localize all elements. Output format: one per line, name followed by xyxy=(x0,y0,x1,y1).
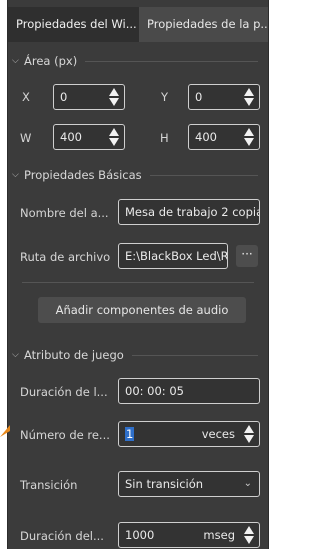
properties-panel: Propiedades del Wi... Propiedades de la … xyxy=(7,0,269,549)
chevron-down-icon: ⌵ xyxy=(12,350,19,360)
transition-duration-stepper[interactable] xyxy=(244,526,255,544)
transition-label: Transición xyxy=(20,478,78,492)
spin-up-icon[interactable] xyxy=(109,88,119,96)
transition-value: Sin transición xyxy=(125,477,204,491)
area-section-header[interactable]: ⌵ Área (px) xyxy=(12,53,258,69)
spin-down-icon[interactable] xyxy=(244,435,254,443)
x-value: 0 xyxy=(60,90,68,104)
w-input[interactable]: 400 xyxy=(53,124,125,150)
x-input[interactable]: 0 xyxy=(53,84,125,110)
section-divider xyxy=(85,60,258,62)
name-input[interactable]: Mesa de trabajo 2 copia.p xyxy=(118,199,260,225)
area-section-title: Área (px) xyxy=(24,54,78,68)
repeat-unit: veces xyxy=(201,427,235,441)
section-divider xyxy=(131,354,258,356)
h-label: H xyxy=(160,131,169,145)
section-divider xyxy=(149,174,258,176)
x-stepper[interactable] xyxy=(109,88,120,106)
spin-up-icon[interactable] xyxy=(244,128,254,136)
spin-down-icon[interactable] xyxy=(109,98,119,106)
spin-up-icon[interactable] xyxy=(244,425,254,433)
repeat-label: Número de re... xyxy=(20,428,110,442)
more-icon: ··· xyxy=(241,247,253,261)
transition-duration-label: Duración del... xyxy=(20,529,104,543)
game-section-title: Atributo de juego xyxy=(24,348,124,362)
path-label: Ruta de archivo xyxy=(20,250,111,264)
path-value: E:\BlackBox Led\RI xyxy=(125,249,228,263)
transition-duration-unit: mseg xyxy=(203,528,235,542)
basic-section-header[interactable]: ⌵ Propiedades Básicas xyxy=(12,167,258,183)
spin-down-icon[interactable] xyxy=(244,536,254,544)
repeat-input[interactable]: 1 veces xyxy=(118,421,260,447)
spin-up-icon[interactable] xyxy=(244,526,254,534)
spin-down-icon[interactable] xyxy=(109,138,119,146)
y-stepper[interactable] xyxy=(244,88,255,106)
chevron-down-icon: ⌵ xyxy=(12,170,19,180)
path-input[interactable]: E:\BlackBox Led\RI xyxy=(118,243,228,269)
x-label: X xyxy=(22,90,30,104)
spin-down-icon[interactable] xyxy=(244,138,254,146)
duration-label: Duración de l... xyxy=(20,385,108,399)
divider xyxy=(22,282,254,283)
h-input[interactable]: 400 xyxy=(188,124,260,150)
game-section-header[interactable]: ⌵ Atributo de juego xyxy=(12,347,258,363)
w-label: W xyxy=(20,131,32,145)
y-input[interactable]: 0 xyxy=(188,84,260,110)
tab-bar: Propiedades del Wi... Propiedades de la … xyxy=(8,7,268,42)
basic-section-title: Propiedades Básicas xyxy=(24,168,142,182)
y-label: Y xyxy=(161,90,169,104)
duration-input[interactable]: 00: 00: 05 xyxy=(118,378,260,404)
h-stepper[interactable] xyxy=(244,128,255,146)
transition-duration-input[interactable]: 1000 mseg xyxy=(118,522,260,548)
add-audio-button[interactable]: Añadir componentes de audio xyxy=(38,297,246,323)
spin-up-icon[interactable] xyxy=(244,88,254,96)
h-value: 400 xyxy=(195,130,217,144)
chevron-down-icon: ⌵ xyxy=(12,56,19,66)
spin-down-icon[interactable] xyxy=(244,98,254,106)
name-label: Nombre del a... xyxy=(20,206,109,220)
repeat-value: 1 xyxy=(125,427,135,441)
transition-duration-value: 1000 xyxy=(125,528,155,542)
spin-up-icon[interactable] xyxy=(109,128,119,136)
name-value: Mesa de trabajo 2 copia.p xyxy=(125,205,260,219)
pointer-arrow-icon xyxy=(0,425,10,437)
tab-widget-properties[interactable]: Propiedades del Wi... xyxy=(8,7,139,42)
chevron-down-icon: ⌄ xyxy=(243,478,252,489)
w-stepper[interactable] xyxy=(109,128,120,146)
w-value: 400 xyxy=(60,130,82,144)
browse-button[interactable]: ··· xyxy=(236,245,258,267)
y-value: 0 xyxy=(195,90,203,104)
tab-page-properties[interactable]: Propiedades de la p... xyxy=(138,7,268,42)
transition-select[interactable]: Sin transición ⌄ xyxy=(118,471,260,497)
repeat-stepper[interactable] xyxy=(244,425,255,443)
duration-value: 00: 00: 05 xyxy=(125,384,184,398)
